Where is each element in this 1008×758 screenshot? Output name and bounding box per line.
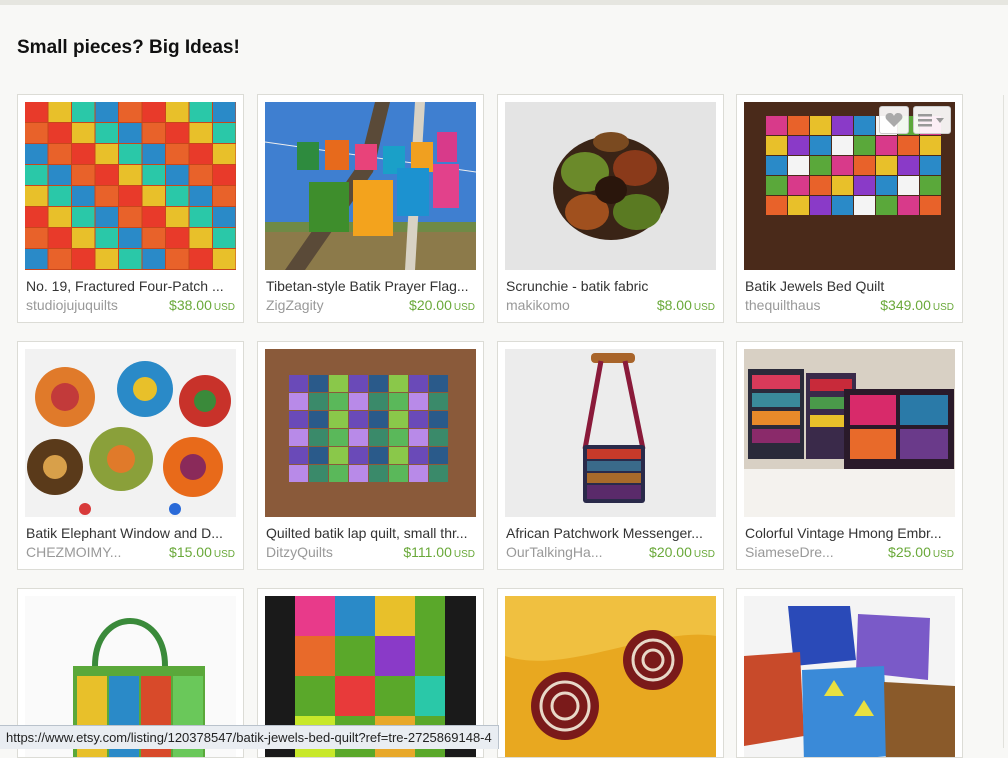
currency-label: USD bbox=[453, 549, 475, 560]
listing-image[interactable] bbox=[744, 349, 955, 517]
heart-icon bbox=[885, 113, 903, 127]
listing-price: $20.00 USD bbox=[409, 297, 475, 313]
listing-card[interactable]: No. 19, Fractured Four-Patch ... studioj… bbox=[17, 94, 244, 323]
currency-label: USD bbox=[932, 302, 954, 313]
listing-image[interactable] bbox=[265, 102, 476, 270]
listing-price: $25.00 USD bbox=[888, 544, 954, 560]
currency-label: USD bbox=[453, 302, 475, 313]
shop-name[interactable]: CHEZMOIMY... bbox=[26, 544, 144, 560]
listing-card[interactable] bbox=[497, 588, 724, 758]
listing-title[interactable]: No. 19, Fractured Four-Patch ... bbox=[26, 278, 236, 294]
listing-title[interactable]: Quilted batik lap quilt, small thr... bbox=[266, 525, 476, 541]
listing-price: $15.00 USD bbox=[169, 544, 235, 560]
listing-title[interactable]: Batik Elephant Window and D... bbox=[26, 525, 236, 541]
listing-image[interactable] bbox=[265, 349, 476, 517]
listing-title[interactable]: Tibetan-style Batik Prayer Flag... bbox=[266, 278, 476, 294]
currency-label: USD bbox=[693, 302, 715, 313]
listing-title[interactable]: Scrunchie - batik fabric bbox=[506, 278, 716, 294]
listing-image[interactable] bbox=[25, 102, 236, 270]
listing-image[interactable] bbox=[25, 349, 236, 517]
currency-label: USD bbox=[693, 549, 715, 560]
listing-card[interactable]: Scrunchie - batik fabric makikomo $8.00 U… bbox=[497, 94, 724, 323]
shop-name[interactable]: OurTalkingHa... bbox=[506, 544, 624, 560]
listing-card[interactable] bbox=[736, 588, 963, 758]
listing-card[interactable]: African Patchwork Messenger... OurTalkin… bbox=[497, 341, 724, 570]
currency-label: USD bbox=[213, 302, 235, 313]
listing-image[interactable] bbox=[505, 349, 716, 517]
listing-card[interactable]: Colorful Vintage Hmong Embr... SiameseDr… bbox=[736, 341, 963, 570]
favorite-button[interactable] bbox=[879, 106, 909, 134]
shop-name[interactable]: thequilthaus bbox=[745, 297, 863, 313]
currency-label: USD bbox=[213, 549, 235, 560]
listing-image[interactable] bbox=[505, 596, 716, 757]
listing-price: $38.00 USD bbox=[169, 297, 235, 313]
listing-price: $111.00 USD bbox=[403, 544, 475, 560]
listing-price: $349.00 USD bbox=[880, 297, 954, 313]
list-menu-icon bbox=[918, 114, 944, 127]
listing-price: $20.00 USD bbox=[649, 544, 715, 560]
listing-price: $8.00 USD bbox=[656, 297, 715, 313]
shop-name[interactable]: DitzyQuilts bbox=[266, 544, 384, 560]
listing-title[interactable]: African Patchwork Messenger... bbox=[506, 525, 716, 541]
browser-status-url: https://www.etsy.com/listing/120378547/b… bbox=[0, 725, 499, 749]
listing-image[interactable] bbox=[744, 596, 955, 757]
shop-name[interactable]: makikomo bbox=[506, 297, 624, 313]
currency-label: USD bbox=[932, 549, 954, 560]
listing-card[interactable]: Tibetan-style Batik Prayer Flag... ZigZa… bbox=[257, 94, 484, 323]
shop-name[interactable]: studiojujuquilts bbox=[26, 297, 144, 313]
shop-name[interactable]: ZigZagity bbox=[266, 297, 384, 313]
listing-card[interactable]: Batik Elephant Window and D... CHEZMOIMY… bbox=[17, 341, 244, 570]
top-strip bbox=[0, 0, 1008, 5]
listing-title[interactable]: Batik Jewels Bed Quilt bbox=[745, 278, 955, 294]
shop-name[interactable]: SiameseDre... bbox=[745, 544, 863, 560]
right-column-edge bbox=[1003, 95, 1004, 748]
add-to-list-button[interactable] bbox=[913, 106, 951, 134]
listing-card[interactable]: Quilted batik lap quilt, small thr... Di… bbox=[257, 341, 484, 570]
listing-card-hovered[interactable]: Batik Jewels Bed Quilt thequilthaus $349… bbox=[736, 94, 963, 323]
section-heading: Small pieces? Big Ideas! bbox=[17, 37, 240, 58]
listing-title[interactable]: Colorful Vintage Hmong Embr... bbox=[745, 525, 955, 541]
listing-image[interactable] bbox=[505, 102, 716, 270]
